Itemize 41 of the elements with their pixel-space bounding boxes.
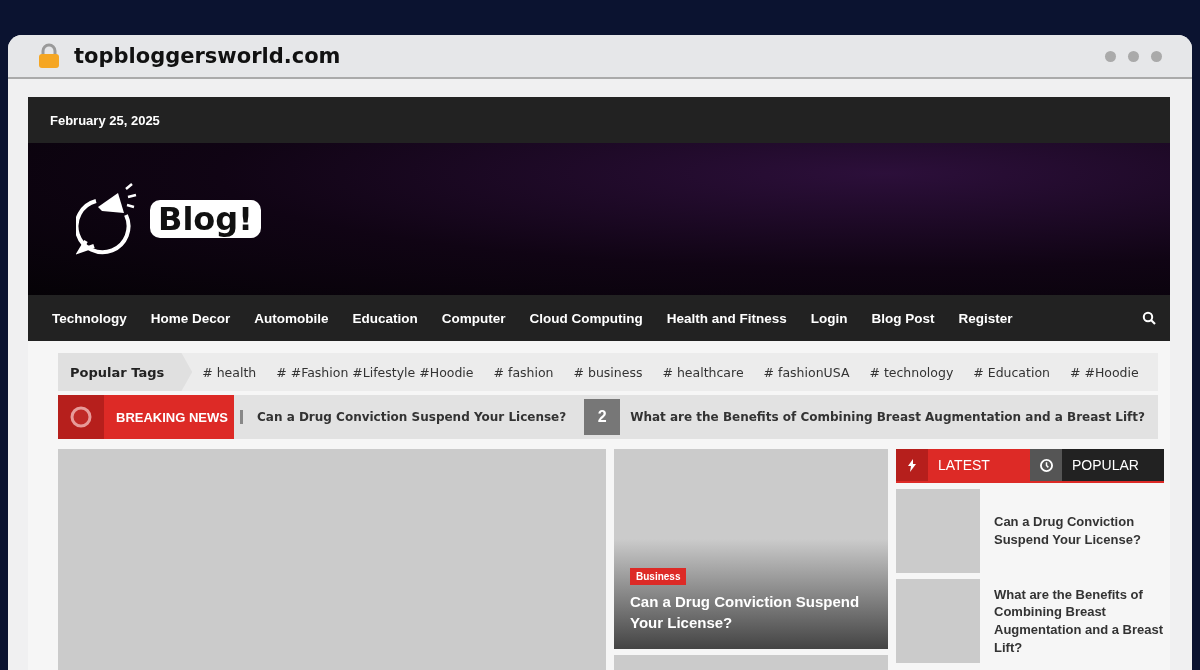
date-text: February 25, 2025 [50, 112, 160, 128]
tag-link[interactable]: # #Fashion #Lifestyle #Hoodie [266, 364, 484, 380]
tag-link[interactable]: # technology [859, 364, 964, 380]
category-label[interactable]: Business [630, 568, 687, 585]
tag-link[interactable]: # business [563, 364, 653, 380]
nav-link[interactable]: Technology [40, 310, 139, 326]
breaking-news-link[interactable]: What are the Benefits of Combining Breast Augmentation and a Breast Lift? [630, 410, 1146, 424]
window-dot[interactable] [1151, 50, 1162, 62]
featured-post-card[interactable]: Business Can a Drug Conviction Suspend Your License? [614, 449, 888, 649]
nav-link[interactable]: Health and Fitness [654, 310, 799, 326]
nav-link[interactable]: Register [946, 310, 1025, 326]
breaking-news-link[interactable]: Can a Drug Conviction Suspend Your License? [257, 410, 567, 424]
tag-link[interactable]: # #Hoodie [1060, 364, 1149, 380]
bolt-icon [908, 458, 916, 472]
search-icon[interactable] [1142, 311, 1156, 325]
lock-icon [38, 43, 60, 69]
tag-link[interactable]: # health [192, 364, 267, 380]
window-dot[interactable] [1105, 50, 1116, 62]
breaking-news-label: BREAKING NEWS [58, 395, 234, 439]
logo-text[interactable]: Blog! [150, 200, 261, 238]
nav-link[interactable]: Blog Post [859, 310, 947, 326]
nav-link[interactable]: Home Decor [138, 310, 243, 326]
sidebar-tab[interactable]: LATEST [896, 449, 1030, 481]
ring-icon [69, 405, 93, 429]
tag-link[interactable]: # fashion [483, 364, 564, 380]
nav-link[interactable]: Cloud Computing [517, 310, 655, 326]
news-number: 2 [584, 399, 621, 435]
post-title[interactable]: Can a Drug Conviction Suspend Your License? [994, 513, 1164, 549]
post-title[interactable]: Can a Drug Conviction Suspend Your License? [630, 591, 872, 633]
tag-link[interactable]: # healthcare [652, 364, 754, 380]
nav-link[interactable]: Automobile [242, 310, 341, 326]
clock-icon [1039, 458, 1053, 472]
post-title[interactable]: What are the Benefits of Combining Breast Augmentation and a Breast Lift? [994, 585, 1164, 657]
tag-link[interactable]: # Education [963, 364, 1060, 380]
sidebar-tab[interactable]: POPULAR [1030, 449, 1164, 481]
nav-link[interactable]: Login [798, 310, 860, 326]
nav-link[interactable]: Computer [429, 310, 518, 326]
window-dot[interactable] [1128, 50, 1139, 62]
nav-link[interactable]: Education [340, 310, 430, 326]
popular-tags-label: Popular Tags [58, 353, 193, 391]
tag-link[interactable]: # fashionUSA [753, 364, 860, 380]
